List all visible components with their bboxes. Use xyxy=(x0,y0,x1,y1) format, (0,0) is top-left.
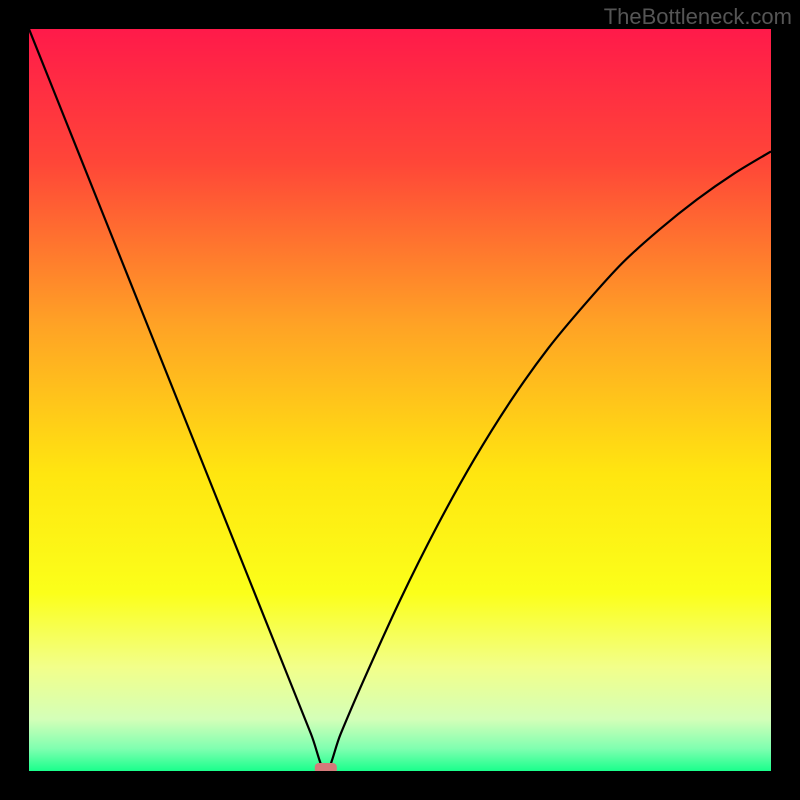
bottleneck-chart xyxy=(29,29,771,771)
watermark-text: TheBottleneck.com xyxy=(604,4,792,30)
gradient-background xyxy=(29,29,771,771)
chart-frame xyxy=(29,29,771,771)
optimum-marker xyxy=(315,763,337,771)
